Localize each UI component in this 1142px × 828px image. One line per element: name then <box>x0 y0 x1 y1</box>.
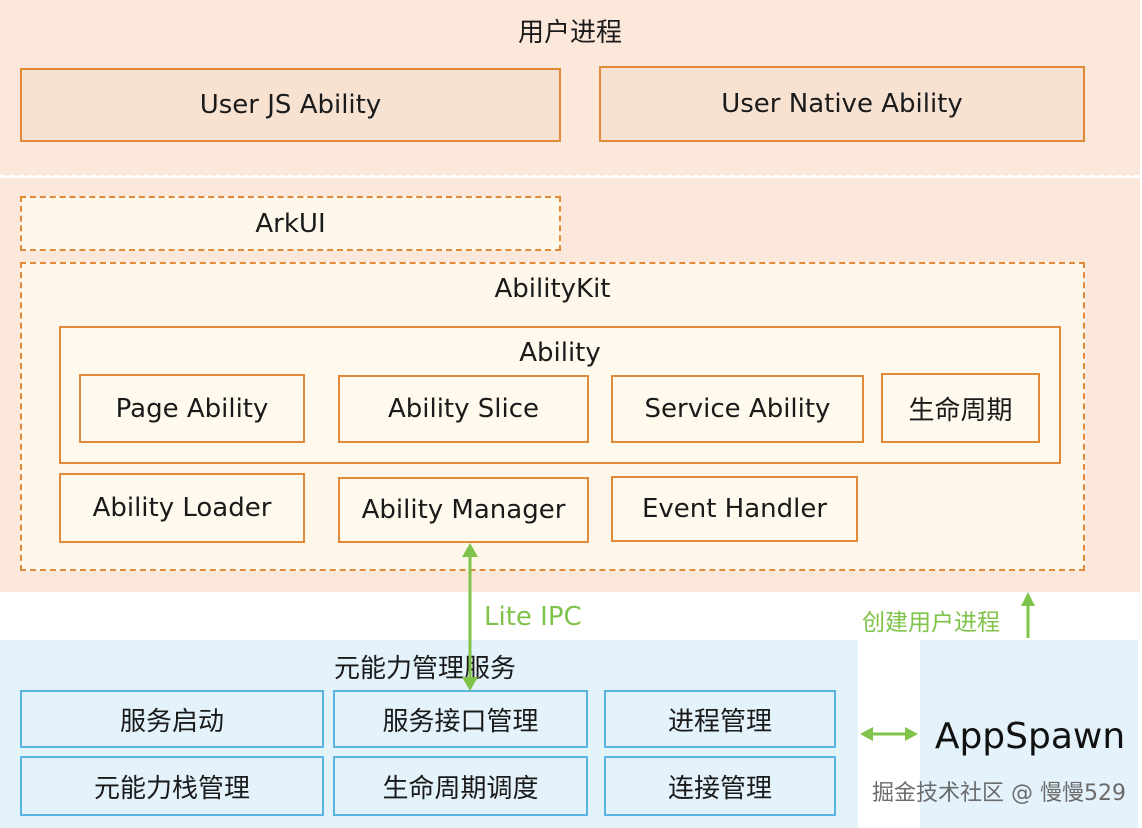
create-user-process-arrow <box>1021 592 1035 638</box>
connector-arrows <box>462 543 1035 741</box>
service-appspawn-double-arrow <box>860 727 918 741</box>
lite-ipc-arrow <box>462 543 478 691</box>
